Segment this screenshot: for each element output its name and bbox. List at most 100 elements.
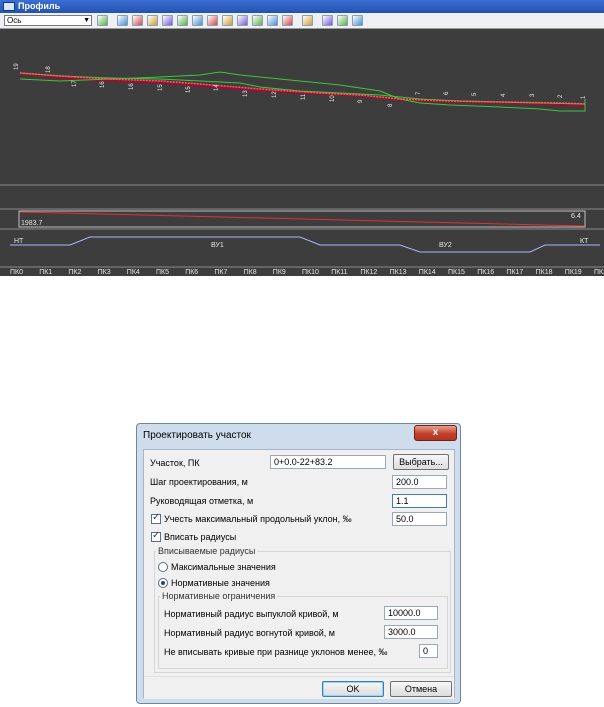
convex-radius-label: Нормативный радиус выпуклой кривой, м (164, 609, 339, 619)
radio-max-values[interactable] (158, 562, 168, 572)
svg-text:2: 2 (558, 94, 564, 98)
profile-icon[interactable] (237, 15, 248, 26)
no-fit-field[interactable]: 0 (419, 644, 438, 658)
picket-label: ПК11 (331, 269, 347, 276)
picket-label: ПК0 (10, 269, 23, 276)
svg-text:10: 10 (330, 95, 336, 102)
profile-icon[interactable] (352, 15, 363, 26)
step-label: Шаг проектирования, м (150, 477, 248, 487)
step-field[interactable]: 200.0 (392, 475, 447, 489)
svg-text:5: 5 (472, 92, 478, 96)
profile-canvas: 19 18 17 16 16 15 15 14 13 12 11 10 9 8 … (0, 63, 604, 276)
svg-text:12: 12 (272, 91, 278, 98)
max-slope-field[interactable]: 50.0 (392, 512, 447, 526)
picket-label: ПК5 (156, 269, 169, 276)
plan-label-end: КТ (580, 238, 589, 245)
picket-label: ПК7 (214, 269, 227, 276)
plan-label-start: НТ (14, 238, 24, 245)
profile-icon[interactable] (302, 15, 313, 26)
profile-icon[interactable] (177, 15, 188, 26)
plan-label-vu1: ВУ1 (211, 242, 224, 249)
profile-toolbar: Ось ▼ (0, 13, 604, 29)
profile-plot[interactable]: 19 18 17 16 16 15 15 14 13 12 11 10 9 8 … (0, 29, 604, 276)
fit-radii-checkbox[interactable] (151, 530, 161, 542)
plan-label-vu2: ВУ2 (439, 242, 452, 249)
close-button[interactable]: x (414, 425, 457, 441)
profile-icon[interactable] (267, 15, 278, 26)
profile-titlebar: Профиль (0, 0, 604, 13)
profile-window: Профиль Ось ▼ 19 18 17 16 16 15 15 14 13… (0, 0, 604, 276)
no-fit-label: Не вписывать кривые при разнице уклонов … (164, 647, 388, 657)
profile-icon[interactable] (322, 15, 333, 26)
profile-icon[interactable] (282, 15, 293, 26)
profile-icon[interactable] (252, 15, 263, 26)
svg-text:18: 18 (46, 66, 52, 73)
dialog-title: Проектировать участок (143, 430, 251, 441)
svg-text:9: 9 (358, 99, 364, 103)
picket-label: ПК14 (419, 269, 436, 276)
picket-label: ПК10 (302, 269, 319, 276)
chevron-down-icon: ▼ (83, 17, 90, 24)
design-section-dialog: Проектировать участок x Участок, ПК 0+0.… (136, 423, 461, 704)
profile-icon[interactable] (162, 15, 173, 26)
svg-text:4: 4 (501, 93, 507, 97)
section-field[interactable]: 0+0.0-22+83.2 (270, 455, 386, 469)
profile-icon[interactable] (97, 15, 108, 26)
profile-icon[interactable] (222, 15, 233, 26)
profile-icon[interactable] (147, 15, 158, 26)
picket-label: ПК1 (39, 269, 52, 276)
select-button[interactable]: Выбрать... (393, 454, 449, 470)
picket-label: ПК4 (127, 269, 140, 276)
picket-label: ПК2 (68, 269, 81, 276)
picket-label: ПК15 (448, 269, 465, 276)
plan-curve-line (10, 236, 600, 253)
concave-radius-label: Нормативный радиус вогнутой кривой, м (164, 628, 335, 638)
picket-label: ПК20 (594, 269, 604, 276)
section-label: Участок, ПК (150, 458, 200, 468)
svg-text:15: 15 (158, 84, 164, 91)
svg-text:16: 16 (129, 83, 135, 90)
max-slope-checkbox[interactable] (151, 512, 161, 524)
picket-label: ПК16 (477, 269, 494, 276)
profile-icon[interactable] (337, 15, 348, 26)
profile-window-title: Профиль (18, 1, 61, 11)
fit-radii-label: Вписать радиусы (164, 532, 237, 542)
profile-window-icon (3, 2, 15, 11)
svg-text:8: 8 (388, 103, 394, 107)
picket-labels: ПК0 ПК1 ПК2 ПК3 ПК4 ПК5 ПК6 ПК7 ПК8 ПК9 ПК10 ПК11 ПК… (10, 269, 604, 276)
profile-icon[interactable] (132, 15, 143, 26)
picket-label: ПК17 (506, 269, 523, 276)
picket-label: ПК19 (565, 269, 582, 276)
radio-normative-values[interactable] (158, 578, 168, 588)
close-icon: x (432, 427, 439, 438)
svg-text:14: 14 (214, 84, 220, 91)
radii-group-title: Вписываемые радиусы (156, 546, 258, 556)
guide-mark-field[interactable]: 1.1 (392, 494, 447, 508)
profile-icon[interactable] (117, 15, 128, 26)
picket-label: ПК3 (98, 269, 111, 276)
dialog-body: Участок, ПК 0+0.0-22+83.2 Выбрать... Шаг… (143, 449, 455, 699)
scale-line (19, 211, 585, 227)
profile-icon[interactable] (207, 15, 218, 26)
limits-group-title: Нормативные ограничения (160, 591, 278, 601)
profile-point-labels: 19 18 17 16 16 15 15 14 13 12 11 10 9 8 … (14, 63, 587, 107)
svg-text:1: 1 (581, 95, 587, 99)
dialog-button-bar: OK Отмена (144, 676, 454, 699)
concave-radius-field[interactable]: 3000.0 (384, 625, 438, 639)
cancel-button[interactable]: Отмена (390, 681, 452, 697)
axis-select[interactable]: Ось ▼ (4, 15, 92, 26)
radio-norm-label: Нормативные значения (171, 578, 270, 588)
profile-icon[interactable] (192, 15, 203, 26)
convex-radius-field[interactable]: 10000.0 (384, 606, 438, 620)
svg-text:3: 3 (530, 93, 536, 97)
scale-left-value: 1983.7 (21, 220, 43, 227)
svg-text:17: 17 (72, 80, 78, 87)
ok-button[interactable]: OK (322, 681, 384, 697)
axis-select-value: Ось (7, 16, 22, 25)
picket-label: ПК13 (390, 269, 407, 276)
svg-text:11: 11 (301, 93, 307, 100)
guide-mark-label: Руководящая отметка, м (150, 496, 254, 506)
svg-text:13: 13 (243, 90, 249, 97)
svg-text:6: 6 (444, 91, 450, 95)
svg-text:16: 16 (100, 81, 106, 88)
